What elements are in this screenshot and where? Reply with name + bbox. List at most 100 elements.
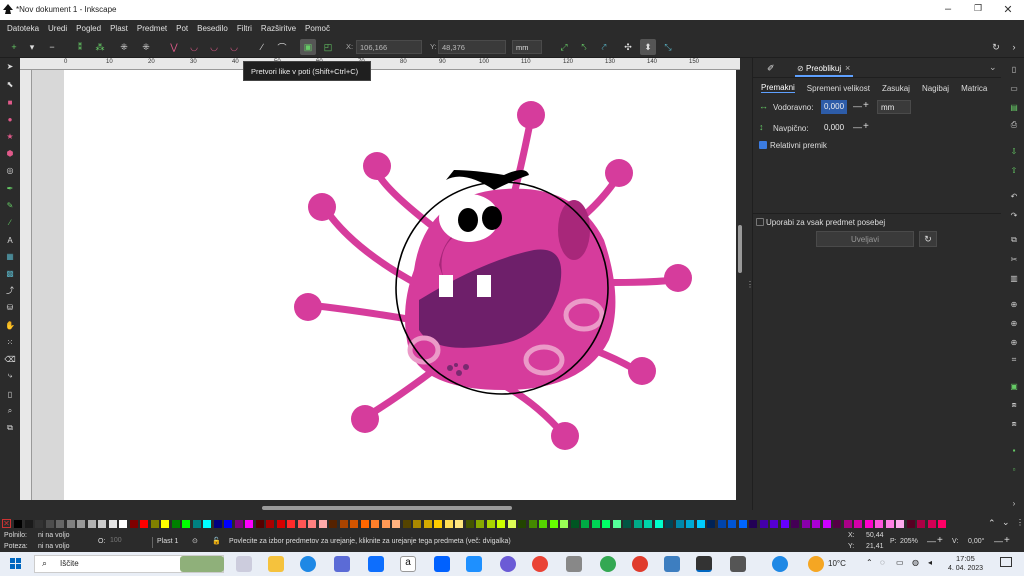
color-swatch[interactable] — [98, 520, 106, 528]
color-swatch[interactable] — [486, 520, 495, 528]
menu-path[interactable]: Pot — [176, 24, 188, 33]
tab-rotate[interactable]: Zasukaj — [882, 84, 910, 93]
color-swatch[interactable] — [675, 520, 684, 528]
color-swatch[interactable] — [140, 520, 148, 528]
help-icon[interactable] — [772, 556, 788, 572]
print-icon[interactable]: ⎙ — [1009, 120, 1019, 130]
stroke-value[interactable]: ni na voljo — [38, 543, 70, 550]
copy-icon[interactable]: ⧉ — [1009, 235, 1019, 245]
color-swatch[interactable] — [665, 520, 673, 528]
zoom-value[interactable]: 205% — [900, 538, 918, 545]
pen-tool-icon[interactable]: ✒ — [4, 182, 16, 194]
vertical-decrement-button[interactable]: — — [853, 122, 862, 132]
ungroup-icon[interactable]: ▫ — [1009, 464, 1019, 474]
menu-filters[interactable]: Filtri — [237, 24, 252, 33]
color-swatch[interactable] — [812, 520, 820, 528]
curve-segment-icon[interactable]: ⌒ — [274, 39, 290, 55]
color-swatch[interactable] — [360, 520, 369, 528]
undo-icon[interactable]: ↶ — [1009, 191, 1019, 201]
zoom-page-icon[interactable]: ⊕ — [1009, 337, 1019, 347]
color-swatch[interactable] — [45, 520, 54, 528]
menu-file[interactable]: Datoteka — [7, 24, 39, 33]
show-outline-icon[interactable]: ⤣ — [576, 39, 592, 55]
snap-toggle-icon[interactable]: ↻ — [988, 39, 1004, 55]
color-swatch[interactable] — [392, 520, 400, 528]
amazon-icon[interactable]: a — [400, 556, 416, 572]
battery-icon[interactable]: ▭ — [896, 558, 904, 567]
tab-matrix[interactable]: Matrica — [961, 84, 987, 93]
new-document-icon[interactable]: ▯ — [1009, 64, 1019, 74]
color-swatch[interactable] — [581, 520, 589, 528]
clip-path-icon[interactable]: ⤡ — [660, 39, 676, 55]
mcafee-icon[interactable] — [466, 556, 482, 572]
circle-tool-icon[interactable]: ● — [4, 113, 16, 125]
import-icon[interactable]: ⇩ — [1009, 146, 1019, 156]
unlink-clone-icon[interactable]: ⧈ — [1009, 419, 1019, 429]
color-swatch[interactable] — [528, 520, 537, 528]
fill-value[interactable]: ni na voljo — [38, 532, 70, 539]
reset-icon[interactable]: ↻ — [919, 231, 937, 247]
minimize-button[interactable]: – — [938, 3, 958, 15]
color-swatch[interactable] — [329, 520, 337, 528]
delete-segment-icon[interactable]: ⁜ — [138, 39, 154, 55]
chevron-up-icon[interactable]: ⌃ — [988, 518, 996, 529]
pen-icon[interactable]: ✐ — [767, 63, 775, 74]
chrome-icon[interactable] — [532, 556, 548, 572]
duplicate-icon[interactable]: ▣ — [1009, 381, 1019, 391]
join-nodes-icon[interactable]: ⁑ — [72, 39, 88, 55]
clock-time[interactable]: 17:05 — [956, 554, 975, 563]
selector-tool-icon[interactable]: ➤ — [4, 60, 16, 72]
color-swatch[interactable] — [287, 520, 295, 528]
lock-icon[interactable]: 🔓 — [212, 537, 221, 545]
tab-move[interactable]: Premakni — [761, 83, 795, 93]
color-swatch[interactable] — [917, 520, 925, 528]
connector-tool-icon[interactable]: ⤷ — [4, 370, 16, 382]
color-swatch[interactable] — [245, 520, 253, 528]
color-swatch[interactable] — [833, 520, 841, 528]
color-swatch[interactable] — [203, 520, 211, 528]
spiral-tool-icon[interactable]: ◎ — [4, 164, 16, 176]
visibility-icon[interactable]: ⊙ — [192, 537, 198, 545]
color-swatch[interactable] — [77, 520, 85, 528]
color-swatch[interactable] — [119, 520, 127, 528]
rectangle-tool-icon[interactable]: ■ — [4, 96, 16, 108]
group-icon[interactable]: ▪ — [1009, 445, 1019, 455]
tab-scale[interactable]: Spremeni velikost — [807, 84, 870, 93]
color-swatch[interactable] — [444, 520, 453, 528]
zoom-in-button[interactable]: + — [937, 535, 943, 546]
color-swatch[interactable] — [413, 520, 421, 528]
apply-button[interactable]: Uveljavi — [816, 231, 914, 247]
chrome-profile-icon[interactable] — [600, 556, 616, 572]
menu-layer[interactable]: Plast — [110, 24, 128, 33]
color-swatch[interactable] — [717, 520, 726, 528]
color-swatch[interactable] — [24, 520, 33, 528]
color-swatch[interactable] — [696, 520, 705, 528]
color-swatch[interactable] — [780, 520, 789, 528]
vertical-input[interactable]: 0,000 — [821, 121, 847, 135]
color-swatch[interactable] — [434, 520, 442, 528]
dock-handle[interactable]: ⋮ — [746, 280, 754, 289]
chevron-down-icon[interactable]: ⌄ — [989, 62, 997, 73]
menu-help[interactable]: Pomoč — [305, 24, 330, 33]
color-swatch[interactable] — [129, 520, 138, 528]
inkscape-alt-icon[interactable] — [730, 556, 746, 572]
color-swatch[interactable] — [518, 520, 526, 528]
tweak-tool-icon[interactable]: ✋ — [4, 319, 16, 331]
menu-edit[interactable]: Uredi — [48, 24, 67, 33]
color-swatch[interactable] — [108, 520, 117, 528]
zoom-selection-icon[interactable]: ⊕ — [1009, 299, 1019, 309]
show-handles-icon[interactable]: ⤢ — [556, 39, 572, 55]
page-tool-icon[interactable]: ▯ — [4, 388, 16, 400]
color-swatch[interactable] — [318, 520, 327, 528]
color-swatch[interactable] — [308, 520, 316, 528]
color-swatch[interactable] — [35, 520, 43, 528]
apply-separately-checkbox[interactable] — [756, 218, 764, 226]
photos-icon[interactable] — [664, 556, 680, 572]
zoom-out-button[interactable]: — — [927, 536, 936, 546]
color-swatch[interactable] — [14, 520, 22, 528]
color-swatch[interactable] — [707, 520, 715, 528]
dropbox-icon[interactable] — [434, 556, 450, 572]
inkscape-taskbar-icon[interactable] — [696, 556, 712, 572]
color-swatch[interactable] — [213, 520, 222, 528]
color-swatch[interactable] — [854, 520, 862, 528]
